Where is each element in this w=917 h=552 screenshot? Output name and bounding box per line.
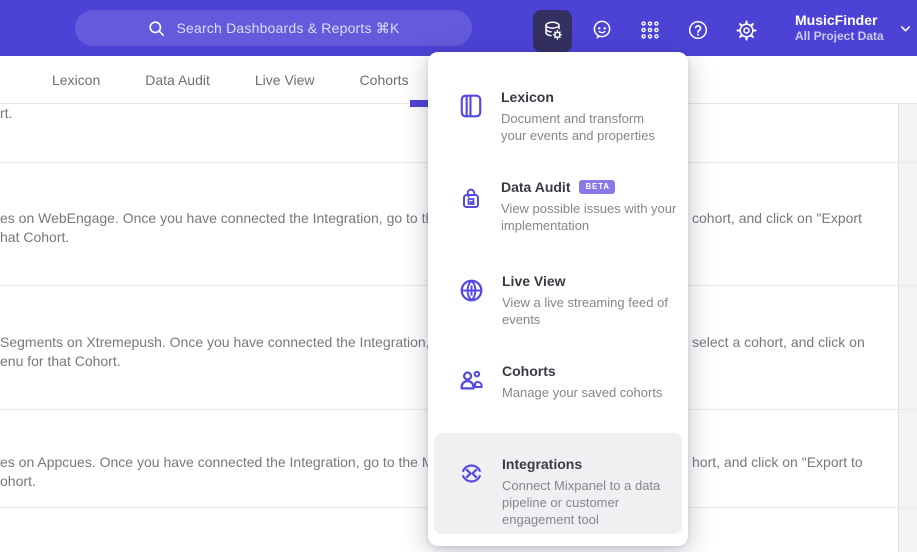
menu-item-live-view[interactable]: Live View View a live streaming feed of … xyxy=(428,272,688,328)
menu-item-description: View a live streaming feed of events xyxy=(502,295,668,327)
row-text: es on WebEngage. Once you have connected… xyxy=(0,210,442,226)
row-text: Segments on Xtremepush. Once you have co… xyxy=(0,334,430,350)
chat-smiley-icon xyxy=(593,20,611,39)
menu-item-title: Lexicon xyxy=(501,89,554,105)
row-text: hort, and click on "Export to xyxy=(692,454,863,470)
gear-icon xyxy=(735,19,757,41)
menu-item-description: Manage your saved cohorts xyxy=(502,385,663,400)
search-icon xyxy=(149,20,165,36)
beta-badge: BETA xyxy=(579,180,615,194)
menu-item-description: Connect Mixpanel to a data pipeline or c… xyxy=(502,478,661,527)
tab-cohorts[interactable]: Cohorts xyxy=(360,72,409,88)
app-window: Search Dashboards & Reports ⌘K MusicFind… xyxy=(0,0,917,552)
row-text: cohort, and click on "Export xyxy=(692,210,862,226)
settings-button[interactable] xyxy=(726,10,766,50)
tab-lexicon[interactable]: Lexicon xyxy=(52,72,100,88)
row-text: ohort. xyxy=(0,473,36,489)
project-name: MusicFinder xyxy=(795,11,878,28)
feedback-button[interactable] xyxy=(582,10,622,50)
menu-item-title: Live View xyxy=(502,273,566,289)
search-input[interactable]: Search Dashboards & Reports ⌘K xyxy=(75,10,472,46)
data-management-dropdown: Lexicon Document and transform your even… xyxy=(428,52,688,546)
menu-item-lexicon[interactable]: Lexicon Document and transform your even… xyxy=(428,88,688,144)
help-icon xyxy=(688,20,708,40)
project-subtitle: All Project Data xyxy=(795,29,884,44)
data-audit-seal-icon xyxy=(458,184,484,212)
menu-item-integrations[interactable]: Integrations Connect Mixpanel to a data … xyxy=(434,433,682,534)
tab-live-view[interactable]: Live View xyxy=(255,72,315,88)
live-view-globe-icon xyxy=(458,276,485,304)
row-text: select a cohort, and click on xyxy=(692,334,865,350)
search-placeholder: Search Dashboards & Reports ⌘K xyxy=(176,19,400,36)
apps-grid-button[interactable] xyxy=(630,10,670,50)
tab-data-audit[interactable]: Data Audit xyxy=(145,72,210,88)
project-switcher[interactable]: MusicFinder All Project Data xyxy=(780,8,913,48)
lexicon-book-icon xyxy=(458,92,484,120)
row-text: hat Cohort. xyxy=(0,229,70,245)
menu-item-data-audit[interactable]: Data Audit BETA View possible issues wit… xyxy=(428,178,688,234)
cohorts-people-icon xyxy=(458,366,485,394)
menu-item-title: Integrations xyxy=(502,456,583,472)
row-text: es on Appcues. Once you have connected t… xyxy=(0,454,434,470)
chevron-down-icon xyxy=(900,25,910,31)
integrations-sync-icon xyxy=(458,459,485,487)
row-text: enu for that Cohort. xyxy=(0,353,121,369)
menu-item-title: Cohorts xyxy=(502,363,556,379)
apps-grid-icon xyxy=(641,21,659,39)
menu-item-description: View possible issues with your implement… xyxy=(501,201,677,233)
database-gear-icon xyxy=(544,21,562,40)
menu-item-cohorts[interactable]: Cohorts Manage your saved cohorts xyxy=(428,362,688,401)
menu-item-title: Data Audit xyxy=(501,179,571,195)
top-navigation-bar: Search Dashboards & Reports ⌘K MusicFind… xyxy=(0,0,917,56)
menu-item-description: Document and transform your events and p… xyxy=(501,111,655,143)
row-text: rt. xyxy=(0,105,13,121)
help-button[interactable] xyxy=(678,10,718,50)
data-management-button[interactable] xyxy=(533,10,572,52)
